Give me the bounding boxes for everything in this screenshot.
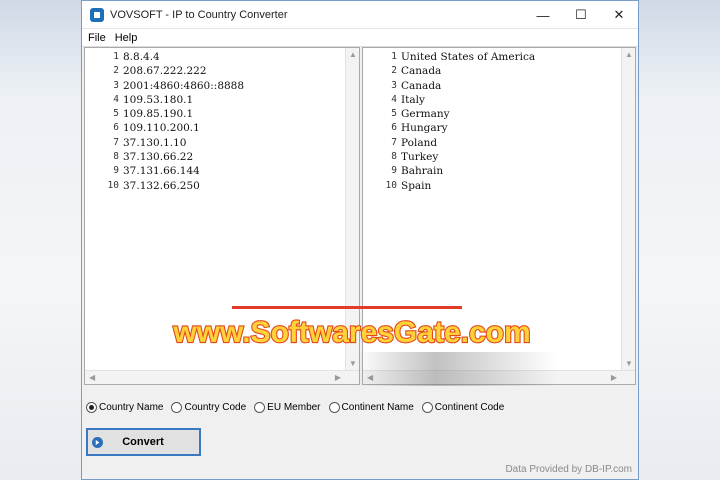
ip-line: 8.8.4.4 — [123, 51, 160, 63]
data-credit: Data Provided by DB-IP.com — [505, 464, 632, 475]
radio-country-name[interactable] — [86, 401, 97, 413]
ip-line: 37.132.66.250 — [123, 179, 200, 192]
ip-line: 109.85.190.1 — [123, 108, 194, 121]
window-title: VOVSOFT - IP to Country Converter — [110, 8, 288, 21]
country-list[interactable]: United States of America Canada Canada I… — [401, 50, 535, 193]
maximize-icon: ☐ — [575, 7, 587, 22]
line-number: 2 — [391, 65, 397, 77]
country-line: Turkey — [401, 151, 439, 164]
close-icon: ✕ — [613, 7, 625, 22]
minimize-icon: — — [536, 7, 550, 23]
menu-bar: File Help — [82, 29, 638, 47]
radio-eu-member[interactable] — [254, 401, 266, 413]
watermark: www.SoftwaresGate.com — [152, 312, 552, 352]
line-number-gutter: 1 2 3 4 5 6 7 8 9 10 — [85, 50, 121, 372]
scroll-right-icon[interactable]: ▶ — [611, 373, 617, 382]
ip-line: 208.67.222.222 — [123, 65, 207, 78]
option-label: Continent Code — [434, 401, 505, 413]
background-left — [0, 0, 82, 480]
watermark-bar — [232, 306, 462, 309]
watermark-shadow — [356, 352, 556, 386]
line-number: 4 — [113, 93, 119, 105]
ip-list[interactable]: 8.8.4.4 208.67.222.222 2001:4860:4860::8… — [123, 50, 244, 193]
country-line: Canada — [401, 65, 442, 78]
scroll-down-icon[interactable]: ▼ — [625, 359, 633, 368]
line-number: 8 — [391, 151, 397, 163]
line-number: 9 — [391, 165, 397, 177]
ip-line: 37.130.66.22 — [123, 151, 194, 164]
option-country-name[interactable]: Country Name — [86, 401, 164, 413]
country-line: Italy — [401, 93, 425, 106]
line-number: 2 — [113, 65, 119, 77]
line-number: 9 — [113, 165, 119, 177]
option-label: Country Code — [184, 401, 247, 413]
scroll-up-icon[interactable]: ▲ — [349, 50, 357, 59]
country-line: Poland — [401, 136, 438, 149]
ip-line: 37.131.66.144 — [123, 165, 200, 178]
option-continent-code[interactable]: Continent Code — [421, 401, 505, 413]
radio-continent-name[interactable] — [328, 401, 340, 413]
country-line: Canada — [401, 79, 442, 92]
line-number: 5 — [391, 108, 397, 120]
country-line: United States of America — [401, 51, 536, 63]
app-window: VOVSOFT - IP to Country Converter — ☐ ✕ … — [81, 0, 639, 480]
line-number: 6 — [391, 122, 397, 134]
close-button[interactable]: ✕ — [600, 1, 638, 29]
scroll-right-icon[interactable]: ▶ — [335, 373, 341, 382]
minimize-button[interactable]: — — [524, 1, 562, 29]
country-line: Spain — [401, 179, 432, 192]
option-country-code[interactable]: Country Code — [171, 401, 247, 413]
convert-label: Convert — [122, 436, 164, 448]
line-number: 10 — [385, 179, 397, 191]
line-number: 4 — [391, 93, 397, 105]
option-label: EU Member — [267, 401, 321, 413]
line-number: 5 — [113, 108, 119, 120]
option-label: Continent Name — [341, 401, 414, 413]
maximize-button[interactable]: ☐ — [562, 1, 600, 29]
menu-help[interactable]: Help — [115, 32, 138, 44]
line-number: 3 — [391, 79, 397, 91]
line-number: 10 — [107, 179, 119, 191]
vertical-scrollbar[interactable]: ▲ ▼ — [621, 48, 635, 370]
country-line: Germany — [401, 108, 450, 121]
option-label: Country Name — [99, 401, 164, 413]
arrow-right-icon — [92, 436, 103, 448]
line-number: 3 — [113, 79, 119, 91]
line-number: 7 — [113, 136, 119, 148]
title-bar[interactable]: VOVSOFT - IP to Country Converter — ☐ ✕ — [82, 1, 638, 29]
country-line: Bahrain — [401, 165, 444, 178]
ip-line: 109.53.180.1 — [123, 93, 194, 106]
line-number: 1 — [391, 51, 397, 62]
radio-continent-code[interactable] — [421, 401, 433, 413]
ip-line: 109.110.200.1 — [123, 122, 200, 135]
ip-line: 37.130.1.10 — [123, 136, 187, 149]
option-eu-member[interactable]: EU Member — [254, 401, 321, 413]
line-number: 8 — [113, 151, 119, 163]
line-number: 1 — [113, 51, 119, 62]
app-icon — [90, 7, 104, 22]
radio-country-code[interactable] — [171, 401, 183, 413]
background-right — [638, 0, 720, 480]
horizontal-scrollbar[interactable]: ◀ ▶ — [85, 370, 359, 384]
svg-text:www.SoftwaresGate.com: www.SoftwaresGate.com — [172, 316, 530, 349]
line-number: 6 — [113, 122, 119, 134]
option-continent-name[interactable]: Continent Name — [328, 401, 414, 413]
output-options: Country Name Country Code EU Member Cont… — [86, 399, 512, 415]
line-number: 7 — [391, 136, 397, 148]
menu-file[interactable]: File — [88, 32, 106, 44]
country-line: Hungary — [401, 122, 448, 135]
convert-button[interactable]: Convert — [86, 428, 201, 456]
scroll-left-icon[interactable]: ◀ — [89, 373, 95, 382]
scroll-up-icon[interactable]: ▲ — [625, 50, 633, 59]
ip-line: 2001:4860:4860::8888 — [123, 79, 245, 92]
